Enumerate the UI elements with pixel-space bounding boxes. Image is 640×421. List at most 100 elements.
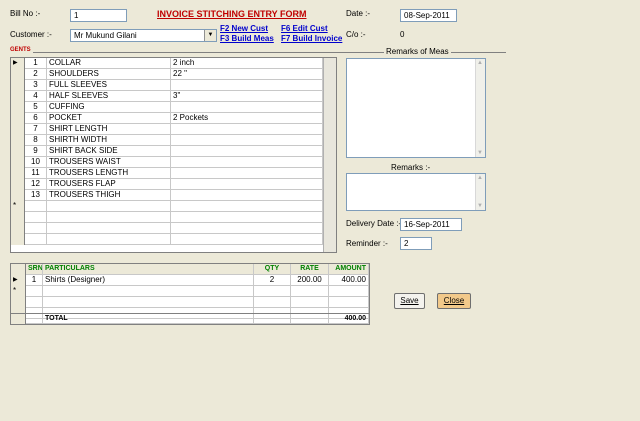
measurement-value[interactable] <box>171 168 323 179</box>
delivery-date-field[interactable]: 16-Sep-2011 <box>400 218 462 231</box>
measurements-scrollbar[interactable] <box>323 58 336 252</box>
hotkey-build-invoice[interactable]: F7 Build Invoice <box>281 34 342 43</box>
measurement-name[interactable]: SHIRT LENGTH <box>47 124 171 135</box>
current-row-icon[interactable]: ▶ <box>11 275 26 286</box>
delivery-date-label: Delivery Date :- <box>346 219 402 228</box>
measurement-value[interactable] <box>171 190 323 201</box>
scroll-up-icon[interactable]: ▲ <box>477 175 483 181</box>
reminder-label: Reminder :- <box>346 239 388 248</box>
invoice-particulars[interactable]: Shirts (Designer) <box>43 275 254 286</box>
measurement-empty-row <box>11 223 323 234</box>
row-selector <box>11 135 25 146</box>
invoice-grid[interactable]: SRN PARTICULARS QTY RATE AMOUNT ▶ 1 Shir… <box>10 263 370 325</box>
measurement-value[interactable] <box>171 157 323 168</box>
invoice-qty[interactable]: 2 <box>254 275 291 286</box>
invoice-rate[interactable]: 200.00 <box>291 275 329 286</box>
scroll-down-icon[interactable]: ▼ <box>477 150 483 156</box>
measurement-row[interactable]: 13 TROUSERS THIGH <box>11 190 323 201</box>
measurement-name[interactable]: TROUSERS LENGTH <box>47 168 171 179</box>
measurement-name[interactable]: SHOULDERS <box>47 69 171 80</box>
current-row-icon[interactable]: ▶ <box>11 58 25 69</box>
new-row-icon[interactable]: * <box>11 201 25 212</box>
measurement-value[interactable] <box>171 179 323 190</box>
measurement-num[interactable]: 4 <box>25 91 47 102</box>
measurement-row[interactable]: 7 SHIRT LENGTH <box>11 124 323 135</box>
measurement-row[interactable]: 6 POCKET 2 Pockets <box>11 113 323 124</box>
date-field[interactable]: 08-Sep-2011 <box>400 9 457 22</box>
measurement-num[interactable]: 10 <box>25 157 47 168</box>
invoice-new-row[interactable]: * <box>11 286 369 297</box>
measurement-name[interactable]: FULL SLEEVES <box>47 80 171 91</box>
save-button[interactable]: Save <box>394 293 425 309</box>
measurement-name[interactable]: SHIRTH WIDTH <box>47 135 171 146</box>
hotkey-new-cust[interactable]: F2 New Cust <box>220 24 268 33</box>
measurement-name[interactable]: POCKET <box>47 113 171 124</box>
total-label: TOTAL <box>43 314 254 324</box>
new-row-icon[interactable]: * <box>11 286 26 297</box>
measurement-num[interactable]: 11 <box>25 168 47 179</box>
remarks-textarea[interactable]: ▲ ▼ <box>346 173 486 211</box>
measurement-row[interactable]: 5 CUFFING <box>11 102 323 113</box>
customer-select[interactable]: Mr Mukund Gilani ▼ <box>70 29 217 42</box>
measurement-num[interactable]: 7 <box>25 124 47 135</box>
measurement-value[interactable] <box>171 135 323 146</box>
row-selector <box>11 234 25 245</box>
measurement-row[interactable]: 2 SHOULDERS 22 " <box>11 69 323 80</box>
hotkey-build-meas[interactable]: F3 Build Meas <box>220 34 274 43</box>
scroll-down-icon[interactable]: ▼ <box>477 203 483 209</box>
measurement-value[interactable]: 2 inch <box>171 58 323 69</box>
measurement-row[interactable]: ▶ 1 COLLAR 2 inch <box>11 58 323 69</box>
hotkey-edit-cust[interactable]: F6 Edit Cust <box>281 24 328 33</box>
measurement-value[interactable]: 22 " <box>171 69 323 80</box>
invoice-header-row: SRN PARTICULARS QTY RATE AMOUNT <box>11 264 369 275</box>
measurement-num[interactable]: 13 <box>25 190 47 201</box>
measurement-row[interactable]: 11 TROUSERS LENGTH <box>11 168 323 179</box>
measurement-row[interactable]: 3 FULL SLEEVES <box>11 80 323 91</box>
invoice-srn[interactable]: 1 <box>26 275 43 286</box>
measurement-row[interactable]: 8 SHIRTH WIDTH <box>11 135 323 146</box>
measurement-name[interactable]: CUFFING <box>47 102 171 113</box>
measurement-row[interactable]: 9 SHIRT BACK SIDE <box>11 146 323 157</box>
invoice-amount[interactable]: 400.00 <box>329 275 369 286</box>
measurement-num[interactable]: 9 <box>25 146 47 157</box>
row-selector <box>11 223 25 234</box>
measurement-row[interactable]: 4 HALF SLEEVES 3" <box>11 91 323 102</box>
scroll-up-icon[interactable]: ▲ <box>477 60 483 66</box>
measurements-grid[interactable]: ▶ 1 COLLAR 2 inch 2 SHOULDERS 22 " 3 FULL SLEEVE… <box>10 57 337 253</box>
measurement-num[interactable]: 2 <box>25 69 47 80</box>
remarks-meas-textarea[interactable]: ▲ ▼ <box>346 58 486 158</box>
chevron-down-icon[interactable]: ▼ <box>204 30 216 41</box>
bill-no-field[interactable]: 1 <box>70 9 127 22</box>
measurement-name[interactable]: HALF SLEEVES <box>47 91 171 102</box>
measurement-value[interactable]: 2 Pockets <box>171 113 323 124</box>
measurement-num[interactable]: 6 <box>25 113 47 124</box>
measurement-num[interactable]: 12 <box>25 179 47 190</box>
close-button[interactable]: Close <box>437 293 471 309</box>
measurement-name[interactable]: SHIRT BACK SIDE <box>47 146 171 157</box>
measurement-value[interactable] <box>171 146 323 157</box>
customer-select-value: Mr Mukund Gilani <box>74 31 137 40</box>
measurement-value[interactable] <box>171 102 323 113</box>
measurement-row[interactable]: 10 TROUSERS WAIST <box>11 157 323 168</box>
bill-no-label: Bill No :- <box>10 9 41 18</box>
col-particulars: PARTICULARS <box>43 264 254 275</box>
measurement-new-row[interactable]: * <box>11 201 323 212</box>
measurement-row[interactable]: 12 TROUSERS FLAP <box>11 179 323 190</box>
measurement-value[interactable]: 3" <box>171 91 323 102</box>
row-selector-header <box>11 264 26 275</box>
measurement-name[interactable]: TROUSERS WAIST <box>47 157 171 168</box>
measurement-num[interactable]: 1 <box>25 58 47 69</box>
invoice-row[interactable]: ▶ 1 Shirts (Designer) 2 200.00 400.00 <box>11 275 369 286</box>
measurement-name[interactable]: COLLAR <box>47 58 171 69</box>
measurement-num[interactable]: 5 <box>25 102 47 113</box>
remarks-meas-scrollbar[interactable]: ▲ ▼ <box>475 59 485 157</box>
measurement-num[interactable]: 8 <box>25 135 47 146</box>
measurement-name[interactable]: TROUSERS FLAP <box>47 179 171 190</box>
measurement-value[interactable] <box>171 124 323 135</box>
measurement-name[interactable]: TROUSERS THIGH <box>47 190 171 201</box>
reminder-field[interactable]: 2 <box>400 237 432 250</box>
measurement-value[interactable] <box>171 80 323 91</box>
row-selector <box>11 91 25 102</box>
measurement-num[interactable]: 3 <box>25 80 47 91</box>
remarks-scrollbar[interactable]: ▲ ▼ <box>475 174 485 210</box>
